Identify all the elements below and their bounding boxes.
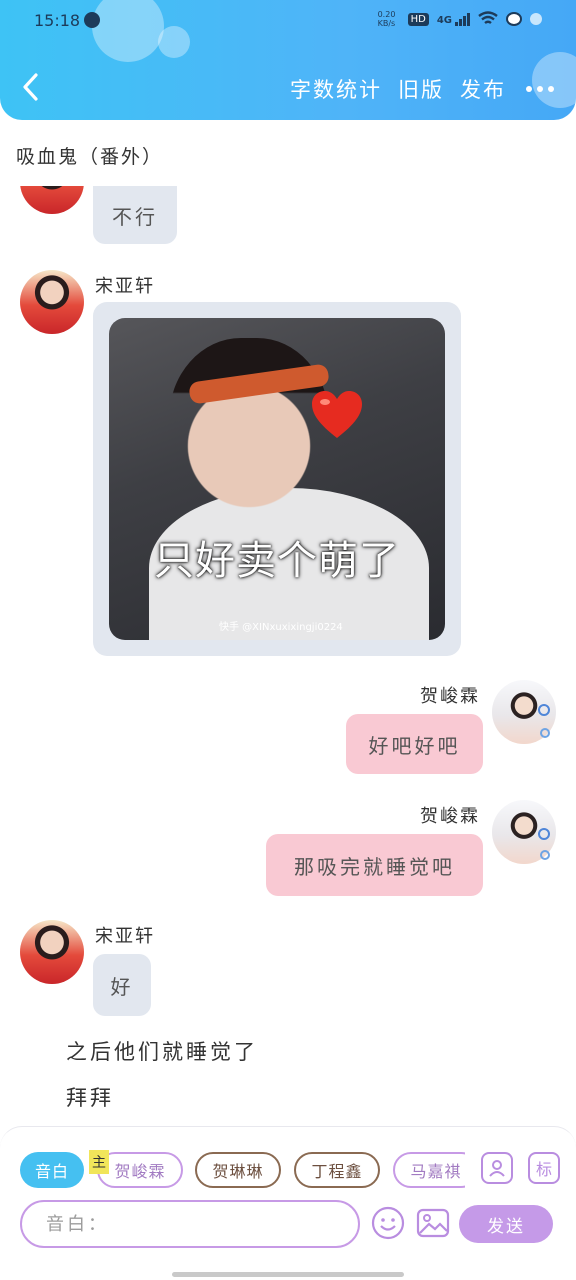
publish-button[interactable]: 发布 bbox=[460, 74, 506, 104]
chevron-left-icon bbox=[23, 73, 38, 101]
sender-name: 贺峻霖 bbox=[420, 806, 480, 827]
document-title: 吸血鬼（番外） bbox=[16, 146, 164, 168]
message-bubble[interactable]: 好 bbox=[93, 954, 151, 1016]
battery-icon bbox=[530, 13, 542, 25]
image-message[interactable]: 只好卖个萌了 快手 @XINxuxixingji0224 bbox=[93, 302, 461, 656]
image-watermark: 快手 @XINxuxixingji0224 bbox=[219, 622, 343, 633]
image-caption: 只好卖个萌了 bbox=[154, 538, 400, 584]
image-person bbox=[169, 338, 329, 518]
role-chip[interactable]: 贺峻霖 bbox=[97, 1152, 183, 1188]
sender-name: 宋亚轩 bbox=[95, 926, 155, 947]
hd-badge: HD bbox=[407, 12, 429, 26]
old-version-button[interactable]: 旧版 bbox=[398, 74, 444, 104]
status-icons: 0.20 KB/s HD 4G bbox=[378, 10, 542, 28]
header-actions: 字数统计 旧版 发布 bbox=[290, 74, 554, 104]
narration-line: 之后他们就睡觉了 bbox=[66, 1040, 258, 1064]
message-bubble[interactable]: 不行 bbox=[93, 186, 177, 244]
role-chip-narrator[interactable]: 音白 bbox=[20, 1152, 84, 1188]
narration-line: 拜拜 bbox=[66, 1086, 114, 1110]
sticker-image[interactable]: 只好卖个萌了 快手 @XINxuxixingji0224 bbox=[109, 318, 445, 640]
role-manager-button[interactable] bbox=[481, 1152, 513, 1184]
sender-name: 贺峻霖 bbox=[420, 686, 480, 707]
scroll-mask: 吸血鬼（番外） bbox=[0, 120, 576, 186]
back-button[interactable] bbox=[20, 72, 42, 102]
main-role-tag: 主 bbox=[89, 1150, 109, 1174]
decor-dot bbox=[540, 728, 550, 738]
image-icon[interactable] bbox=[416, 1206, 450, 1240]
more-icon[interactable] bbox=[526, 86, 554, 92]
decor-bubble bbox=[158, 26, 190, 58]
person-icon bbox=[489, 1160, 505, 1177]
decor-dot bbox=[540, 850, 550, 860]
role-chip[interactable]: 贺琳琳 bbox=[195, 1152, 281, 1188]
decor-dot bbox=[538, 704, 550, 716]
message-bubble[interactable]: 好吧好吧 bbox=[346, 714, 483, 774]
decor-dot bbox=[538, 828, 550, 840]
wifi-icon bbox=[478, 11, 498, 24]
status-time: 15:18 bbox=[34, 11, 81, 30]
role-chip[interactable]: 丁程鑫 bbox=[294, 1152, 380, 1188]
decor-bubble bbox=[92, 0, 164, 62]
globe-icon bbox=[84, 12, 100, 28]
signal-icon: 4G bbox=[436, 12, 470, 26]
chip-scroll-clip: 马嘉祺 bbox=[393, 1150, 465, 1190]
role-chip[interactable]: 马嘉祺 bbox=[393, 1152, 465, 1188]
avatar[interactable] bbox=[20, 270, 84, 334]
network-type: 4G bbox=[436, 14, 452, 26]
mark-button[interactable]: 标 bbox=[528, 1152, 560, 1184]
home-indicator bbox=[172, 1272, 404, 1277]
message-input[interactable] bbox=[20, 1200, 360, 1248]
sender-name: 宋亚轩 bbox=[95, 276, 155, 297]
word-count-button[interactable]: 字数统计 bbox=[290, 74, 382, 104]
avatar[interactable] bbox=[20, 920, 84, 984]
send-button[interactable]: 发送 bbox=[459, 1205, 553, 1243]
network-speed: 0.20 KB/s bbox=[377, 10, 396, 28]
top-header: 15:18 0.20 KB/s HD 4G 字数统计 旧版 发布 bbox=[0, 0, 576, 120]
pet-icon bbox=[506, 12, 522, 26]
message-bubble[interactable]: 那吸完就睡觉吧 bbox=[266, 834, 483, 896]
emoji-icon[interactable] bbox=[371, 1206, 405, 1240]
heart-icon bbox=[312, 391, 362, 438]
